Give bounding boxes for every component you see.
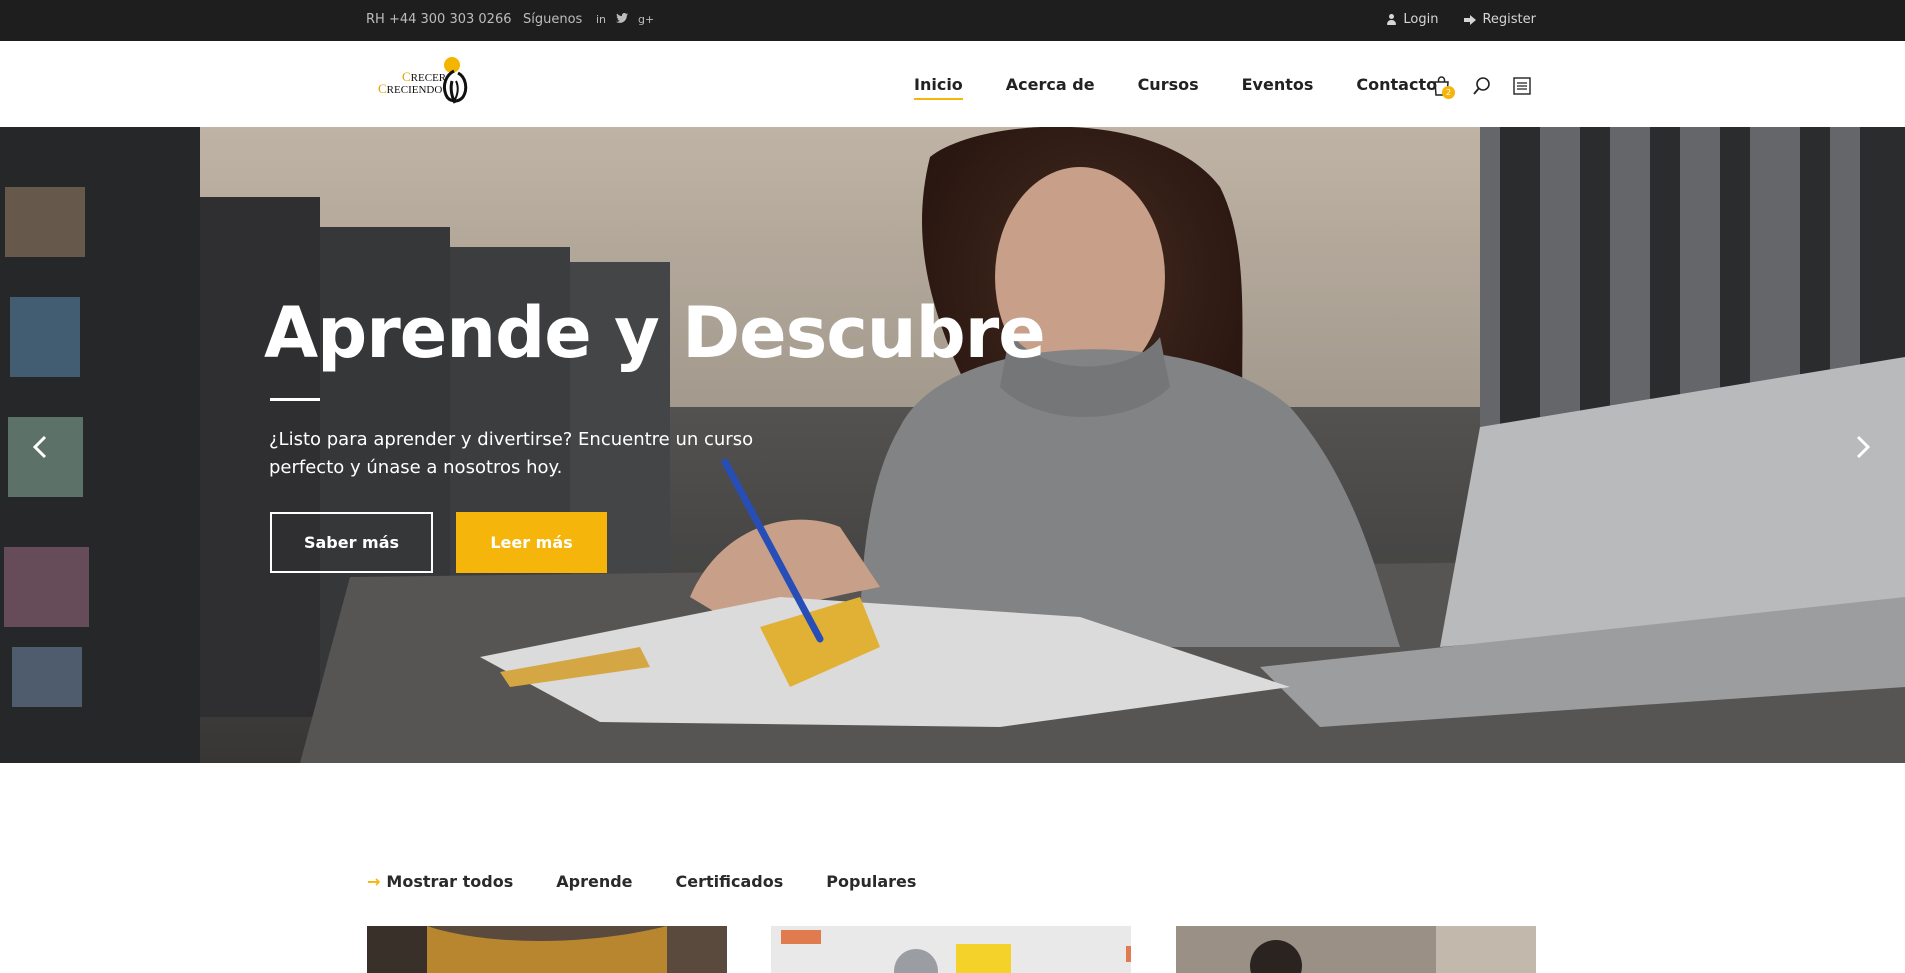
- header-icons: 2: [1431, 75, 1533, 99]
- logo-text-line2: CRECIENDO: [378, 81, 443, 96]
- sign-in-icon: [1464, 14, 1477, 25]
- menu-list-icon[interactable]: [1511, 75, 1533, 97]
- chevron-right-icon[interactable]: [1847, 432, 1877, 462]
- main-nav: Inicio Acerca de Cursos Eventos Contacto: [914, 75, 1480, 100]
- cart-count-badge: 2: [1442, 86, 1455, 99]
- login-label: Login: [1403, 12, 1439, 27]
- hero-divider: [270, 398, 320, 401]
- login-link[interactable]: Login: [1386, 12, 1438, 27]
- course-image: [367, 926, 727, 973]
- top-bar: RH +44 300 303 0266 Síguenos in g+ Login…: [0, 0, 1905, 41]
- filter-aprende[interactable]: Aprende: [556, 872, 632, 891]
- course-card[interactable]: [367, 926, 727, 973]
- search-icon[interactable]: [1471, 75, 1493, 97]
- social-links: in g+: [596, 12, 654, 28]
- filter-certificados[interactable]: Certificados: [676, 872, 784, 891]
- arrow-right-icon: →: [367, 872, 381, 891]
- linkedin-icon[interactable]: in: [596, 12, 606, 28]
- course-filters: → Mostrar todos Aprende Certificados Pop…: [367, 872, 959, 891]
- course-card[interactable]: [771, 926, 1131, 973]
- register-link[interactable]: Register: [1464, 12, 1536, 27]
- leer-mas-button[interactable]: Leer más: [456, 512, 607, 573]
- nav-contacto[interactable]: Contacto: [1356, 75, 1437, 94]
- hero-subtitle: ¿Listo para aprender y divertirse? Encue…: [269, 429, 754, 478]
- twitter-icon[interactable]: [616, 12, 629, 28]
- chevron-left-icon[interactable]: [26, 432, 56, 462]
- course-card[interactable]: [1176, 926, 1536, 973]
- course-image: [771, 926, 1131, 973]
- auth-links: Login Register: [1386, 12, 1536, 27]
- filter-populares[interactable]: Populares: [826, 872, 916, 891]
- user-icon: [1386, 13, 1397, 26]
- register-label: Register: [1482, 12, 1536, 27]
- nav-cursos[interactable]: Cursos: [1138, 75, 1199, 94]
- nav-eventos[interactable]: Eventos: [1242, 75, 1314, 94]
- shopping-bag-icon[interactable]: 2: [1431, 75, 1455, 99]
- course-image: [1176, 926, 1536, 973]
- hero-title: Aprende y Descubre: [264, 292, 1046, 374]
- hero-slider: Aprende y Descubre ¿Listo para aprender …: [0, 127, 1905, 763]
- saber-mas-button[interactable]: Saber más: [270, 512, 433, 573]
- site-header: CRECER CRECIENDO Inicio Acerca de Cursos…: [0, 41, 1905, 127]
- google-plus-icon[interactable]: g+: [638, 12, 654, 28]
- filter-mostrar-todos[interactable]: Mostrar todos: [386, 872, 513, 891]
- nav-inicio[interactable]: Inicio: [914, 75, 963, 100]
- phone-number: RH +44 300 303 0266: [366, 12, 512, 27]
- follow-label: Síguenos: [523, 12, 583, 27]
- nav-acerca-de[interactable]: Acerca de: [1006, 75, 1095, 94]
- site-logo[interactable]: CRECER CRECIENDO: [376, 53, 478, 111]
